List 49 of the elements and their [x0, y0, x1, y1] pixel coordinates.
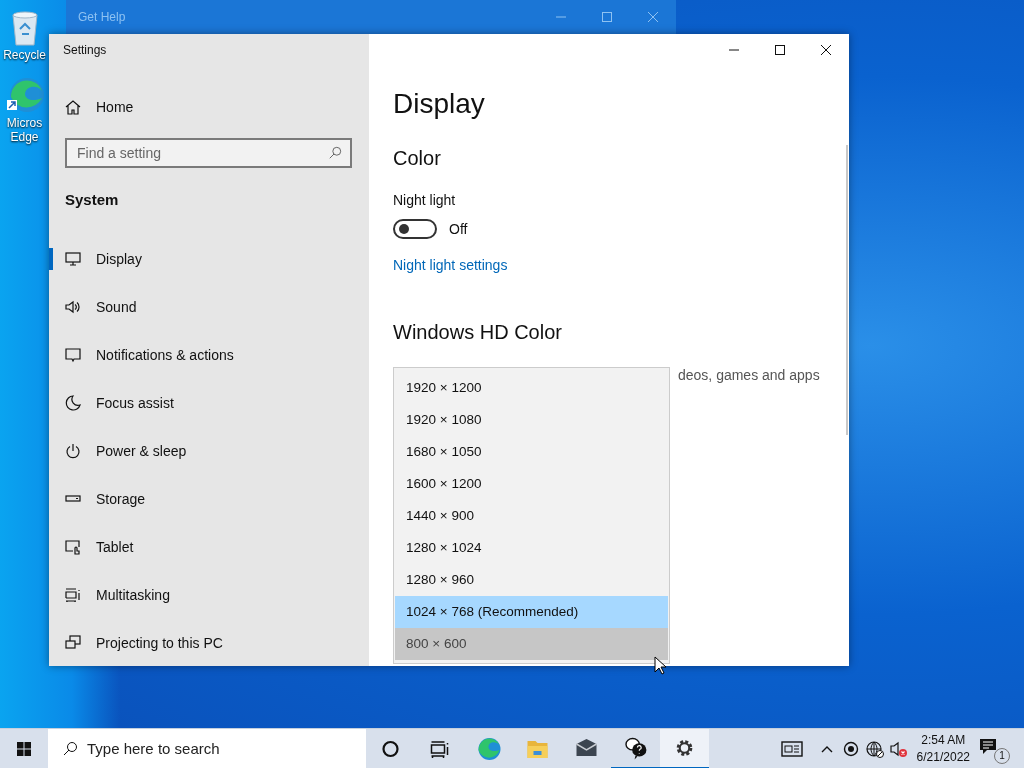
- icon-label: Micros Edge: [5, 116, 44, 144]
- sidebar-item[interactable]: Notifications & actions: [49, 331, 369, 379]
- window-title: Settings: [62, 42, 108, 59]
- menu-item[interactable]: 1440 × 900: [395, 500, 668, 532]
- sidebar-item[interactable]: Tablet: [49, 523, 369, 571]
- menu-item[interactable]: 1280 × 1024: [395, 532, 668, 564]
- toggle-state: Off: [449, 221, 468, 237]
- tablet-icon: [65, 539, 81, 555]
- section-heading: Windows HD Color: [393, 320, 562, 345]
- sidebar-item[interactable]: Power & sleep: [49, 427, 369, 475]
- menu-item[interactable]: 1920 × 1200: [395, 372, 668, 404]
- section-heading: System: [65, 190, 120, 210]
- power-icon: [65, 443, 81, 459]
- menu-item[interactable]: 1600 × 1200: [395, 468, 668, 500]
- home-link[interactable]: Home: [49, 83, 369, 131]
- menu-item[interactable]: 1280 × 960: [395, 564, 668, 596]
- page-heading: Display: [393, 87, 485, 121]
- clock[interactable]: 2:54 AM 6/21/2022: [916, 731, 970, 766]
- sidebar-item[interactable]: Multitasking: [49, 571, 369, 619]
- toggle-switch[interactable]: [393, 219, 437, 239]
- menu-item[interactable]: 1680 × 1050: [395, 436, 668, 468]
- sidebar-item[interactable]: Focus assist: [49, 379, 369, 427]
- gear-icon[interactable]: [660, 728, 709, 768]
- notification-badge: 1: [994, 747, 1010, 764]
- multitasking-icon: [65, 587, 81, 603]
- search-field[interactable]: Type here to search: [48, 729, 366, 768]
- sidebar-item[interactable]: Storage: [49, 475, 369, 523]
- sidebar-item[interactable]: Display: [49, 235, 369, 283]
- description-text: deos, games and apps: [678, 366, 820, 385]
- scrollbar[interactable]: [846, 145, 848, 435]
- menu-item[interactable]: 1920 × 1080: [395, 404, 668, 436]
- menu-item[interactable]: 1024 × 768 (Recommended): [395, 596, 668, 628]
- moon-icon: [65, 395, 81, 411]
- icon-label: Recycle: [2, 48, 47, 62]
- setting-label: Night light: [393, 191, 456, 210]
- projector-icon: [65, 635, 81, 651]
- search-icon[interactable]: [328, 146, 342, 160]
- home-icon: [65, 99, 81, 115]
- speaker-icon: [65, 299, 81, 315]
- menu-item[interactable]: 800 × 600: [395, 628, 668, 660]
- home-label: Home: [96, 99, 134, 115]
- window-title: Get Help: [78, 9, 126, 26]
- settings-link[interactable]: Night light settings: [393, 255, 508, 275]
- message-icon: [65, 347, 81, 363]
- section-heading: Color: [393, 146, 441, 171]
- sidebar-item[interactable]: Projecting to this PC: [49, 619, 369, 666]
- sidebar-item[interactable]: Sound: [49, 283, 369, 331]
- display-icon: [65, 251, 81, 267]
- search-field[interactable]: Find a setting: [65, 138, 352, 168]
